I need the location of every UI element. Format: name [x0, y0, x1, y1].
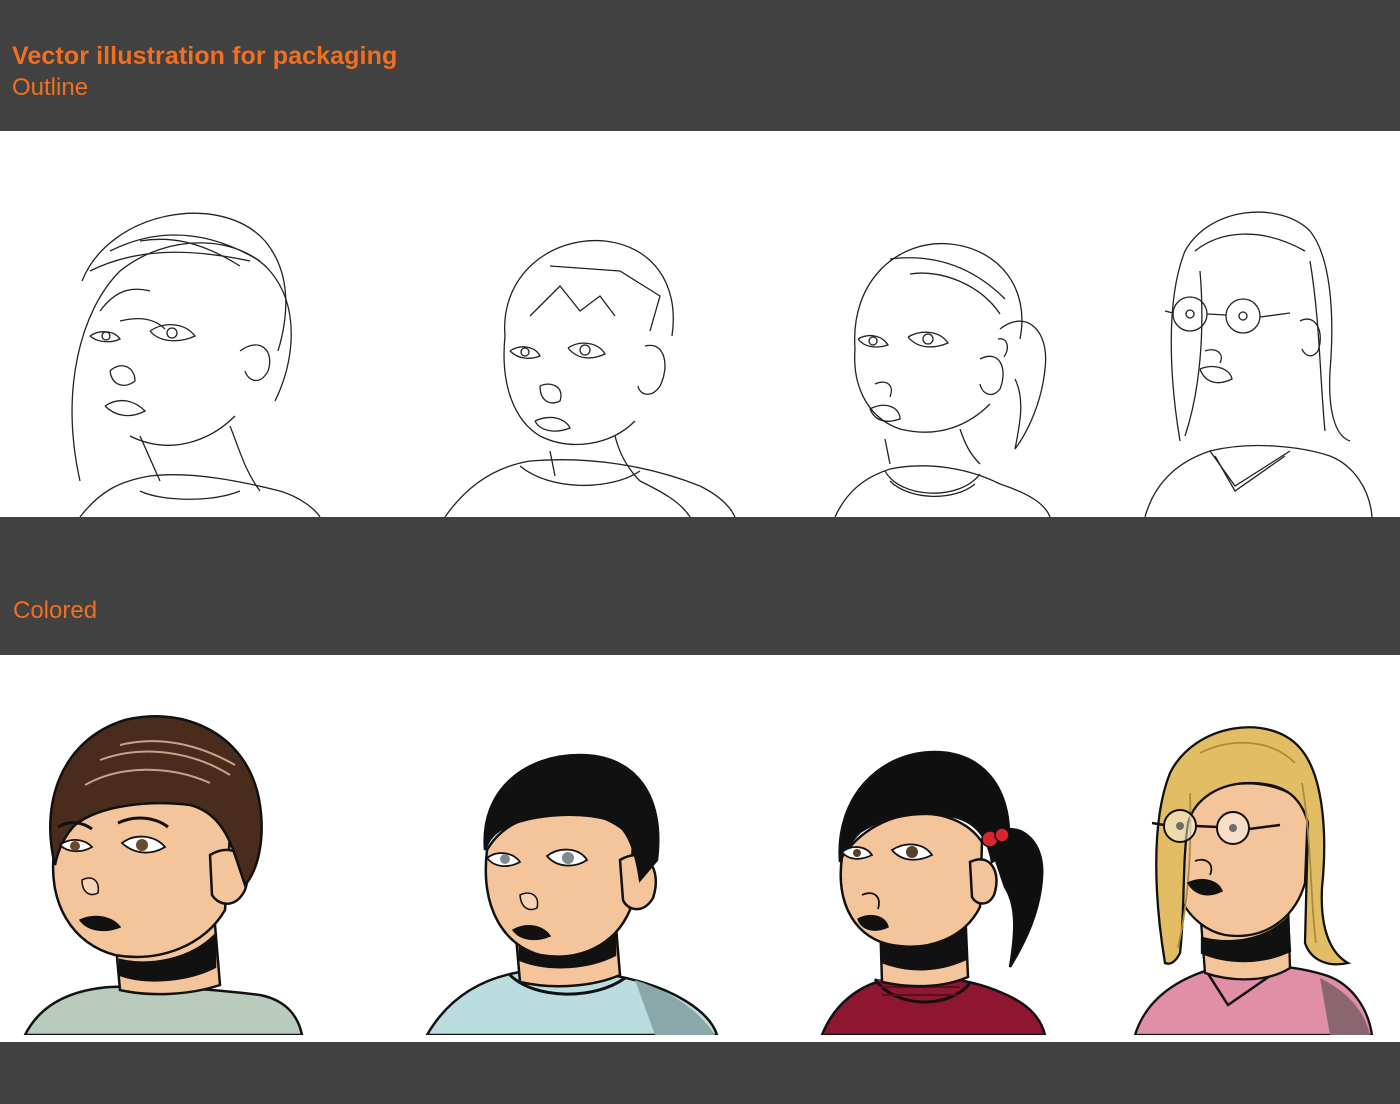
outline-portrait-boy-black-hair: [440, 236, 740, 517]
page-title: Vector illustration for packaging: [12, 42, 398, 70]
middle-band: [0, 517, 1400, 655]
footer-band: [0, 1042, 1400, 1104]
colored-portrait-boy-black-hair: [425, 750, 720, 1035]
outline-panel: [0, 131, 1400, 517]
outline-portrait-girl-ponytail: [830, 239, 1070, 517]
outline-section-label: Outline: [12, 74, 89, 101]
colored-portrait-girl-blonde-glasses: [1130, 713, 1380, 1035]
colored-portrait-girl-ponytail: [820, 747, 1055, 1035]
outline-portrait-girl-blonde-glasses: [1140, 201, 1380, 517]
header-band: Vector illustration for packaging Outlin…: [0, 0, 1400, 131]
colored-section-label: Colored: [13, 597, 98, 624]
colored-portrait-boy-brown-hair: [20, 705, 310, 1035]
outline-portrait-boy-brown-hair: [20, 191, 340, 517]
colored-panel: [0, 655, 1400, 1042]
